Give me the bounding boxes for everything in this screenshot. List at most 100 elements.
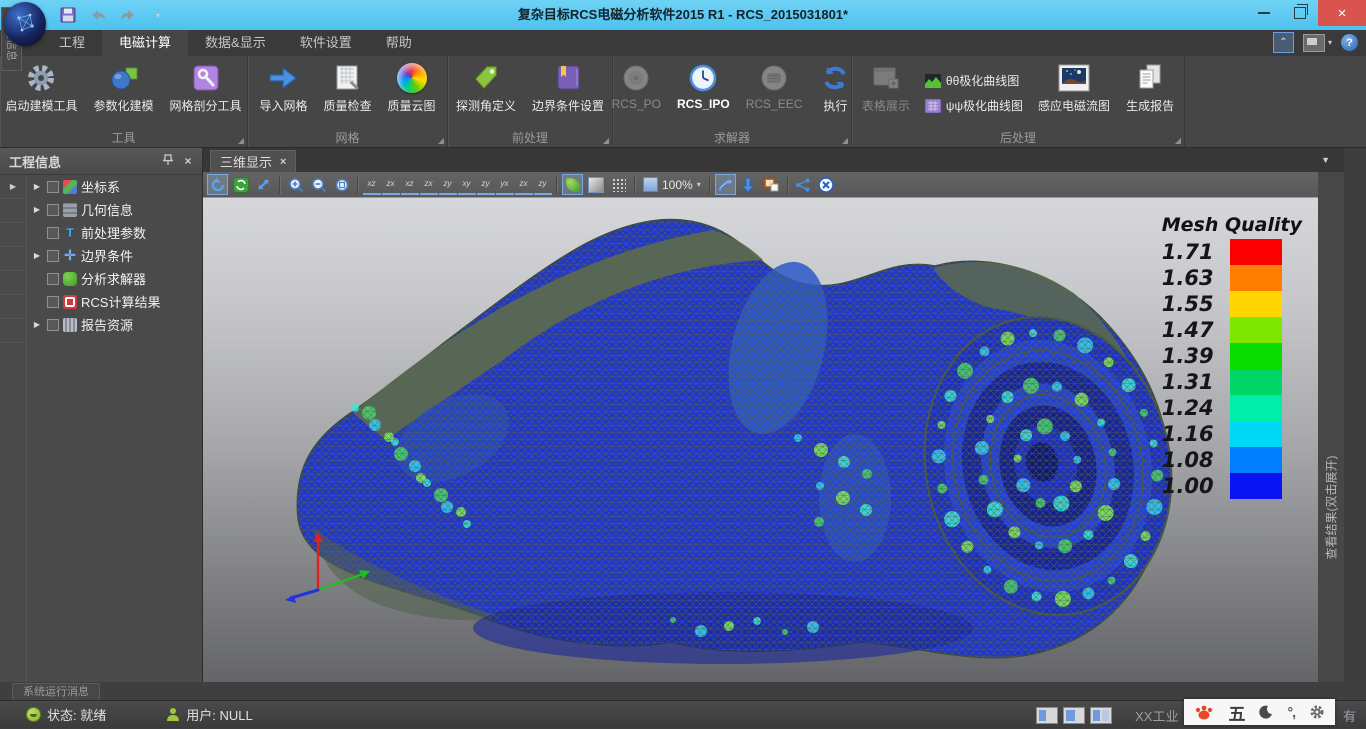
rcs-po-button[interactable]: RCS_PO bbox=[605, 58, 668, 112]
network-globe-icon bbox=[10, 8, 40, 38]
tree-item-6[interactable]: RCS计算结果 bbox=[27, 290, 202, 313]
param-modeling-button[interactable]: 参数化建模 bbox=[87, 58, 161, 115]
mesh-tool-button[interactable]: 网格剖分工具 bbox=[163, 58, 249, 115]
close-button[interactable]: × bbox=[1318, 0, 1366, 26]
view-preset-button-2[interactable]: zx bbox=[382, 175, 400, 195]
tree-checkbox[interactable] bbox=[47, 319, 59, 331]
ime-paw-icon[interactable] bbox=[1194, 703, 1214, 721]
view-preset-button-5[interactable]: zy bbox=[439, 175, 457, 195]
view-preset-button-7[interactable]: zy bbox=[477, 175, 495, 195]
boundary-settings-button[interactable]: 边界条件设置 bbox=[525, 58, 611, 115]
viewport-3d[interactable]: Mesh Quality 1.711.631.551.471.391.311.2… bbox=[203, 198, 1318, 682]
mesh-display-button[interactable] bbox=[715, 174, 736, 195]
expander-icon[interactable]: ▶ bbox=[31, 320, 43, 329]
import-mesh-button[interactable]: 导入网格 bbox=[252, 58, 314, 115]
quality-cloud-button[interactable]: 质量云图 bbox=[381, 58, 443, 115]
ime-moon-icon[interactable] bbox=[1259, 705, 1273, 719]
tree-checkbox[interactable] bbox=[47, 181, 59, 193]
tab-3d-display[interactable]: 三维显示 × bbox=[210, 150, 296, 172]
refresh-icon bbox=[818, 61, 852, 95]
menu-tab-4[interactable]: 软件设置 bbox=[283, 30, 369, 56]
share-link-button[interactable] bbox=[793, 174, 814, 195]
tree-gutter-cell[interactable]: ▶ bbox=[0, 175, 26, 199]
dialog-launcher-icon[interactable]: ◢ bbox=[238, 137, 244, 145]
ime-toolbar[interactable]: 五 °, bbox=[1184, 699, 1335, 725]
solver-icon bbox=[63, 272, 77, 286]
collapse-ribbon-button[interactable]: ⌃ bbox=[1273, 32, 1294, 53]
smooth-shade-button[interactable] bbox=[562, 174, 583, 195]
expander-icon[interactable]: ▶ bbox=[31, 182, 43, 191]
ime-settings-gear-icon[interactable] bbox=[1309, 704, 1325, 720]
close-panel-icon[interactable]: × bbox=[178, 154, 198, 168]
theta-curve-button[interactable]: θθ极化曲线图 bbox=[925, 72, 1023, 89]
tree-item-5[interactable]: 分析求解器 bbox=[27, 267, 202, 290]
expander-icon[interactable]: ▶ bbox=[31, 251, 43, 260]
expander-icon[interactable]: ▶ bbox=[31, 205, 43, 214]
results-side-tab[interactable]: 查看结果(双击展开) bbox=[1318, 172, 1344, 682]
ime-punct-icon[interactable]: °, bbox=[1287, 704, 1295, 720]
menu-tab-3[interactable]: 数据&显示 bbox=[188, 30, 283, 56]
report-button[interactable]: 生成报告 bbox=[1119, 58, 1181, 115]
pan-tool-button[interactable] bbox=[253, 174, 274, 195]
view-preset-button-8[interactable]: yx bbox=[496, 175, 514, 195]
drop-view-button[interactable] bbox=[738, 174, 759, 195]
app-logo[interactable] bbox=[4, 2, 46, 46]
layout-columns-button[interactable] bbox=[1090, 707, 1112, 724]
minimize-button[interactable] bbox=[1246, 0, 1282, 26]
view-preset-button-9[interactable]: zx bbox=[515, 175, 533, 195]
tab-overflow-icon[interactable]: ▼ bbox=[1321, 155, 1330, 165]
tree-checkbox[interactable] bbox=[47, 227, 59, 239]
flat-shade-button[interactable] bbox=[585, 174, 606, 195]
tree-item-4[interactable]: ▶✛边界条件 bbox=[27, 244, 202, 267]
points-display-button[interactable] bbox=[608, 174, 629, 195]
dialog-launcher-icon[interactable]: ◢ bbox=[438, 137, 444, 145]
view-preset-button-1[interactable]: xz bbox=[363, 175, 381, 195]
window-cascade-button[interactable] bbox=[761, 174, 782, 195]
probe-angle-button[interactable]: 探测角定义 bbox=[449, 58, 523, 115]
quality-check-button[interactable]: 质量检查 bbox=[316, 58, 378, 115]
rcs-eec-button[interactable]: RCS_EEC bbox=[739, 58, 810, 112]
style-selector[interactable]: ▾ bbox=[1303, 34, 1332, 52]
tree-item-2[interactable]: ▶几何信息 bbox=[27, 198, 202, 221]
em-current-button[interactable]: 感应电磁流图 bbox=[1031, 58, 1117, 115]
legend-row: 1.16 bbox=[1162, 421, 1302, 447]
menu-tab-5[interactable]: 帮助 bbox=[369, 30, 429, 56]
layout-split-button[interactable] bbox=[1063, 707, 1085, 724]
tree-item-7[interactable]: ▶报告资源 bbox=[27, 313, 202, 336]
view-preset-button-6[interactable]: xy bbox=[458, 175, 476, 195]
tree-item-3[interactable]: T前处理参数 bbox=[27, 221, 202, 244]
view-preset-button-3[interactable]: xz bbox=[401, 175, 419, 195]
menu-tab-1[interactable]: 工程 bbox=[42, 30, 102, 56]
dialog-launcher-icon[interactable]: ◢ bbox=[842, 137, 848, 145]
zoom-level-select[interactable]: 100% ▾ bbox=[639, 177, 705, 192]
tree-checkbox[interactable] bbox=[47, 250, 59, 262]
psi-curve-button[interactable]: ψψ极化曲线图 bbox=[925, 97, 1023, 114]
tree-checkbox[interactable] bbox=[47, 273, 59, 285]
close-tab-icon[interactable]: × bbox=[280, 156, 286, 168]
zoom-fit-button[interactable] bbox=[331, 174, 352, 195]
layout-left-button[interactable] bbox=[1036, 707, 1058, 724]
rotate-tool-button[interactable] bbox=[207, 174, 228, 195]
table-view-button[interactable]: 表格展示 bbox=[855, 58, 917, 115]
question-icon: ? bbox=[1346, 37, 1353, 49]
tree-gutter-cell bbox=[0, 295, 26, 319]
menu-tab-2[interactable]: 电磁计算 bbox=[102, 30, 188, 56]
pin-icon[interactable] bbox=[158, 154, 178, 169]
close-view-button[interactable] bbox=[816, 174, 837, 195]
view-preset-button-10[interactable]: zy bbox=[534, 175, 552, 195]
help-button[interactable]: ? bbox=[1341, 34, 1358, 51]
rcs-ipo-button[interactable]: RCS_IPO bbox=[670, 58, 737, 112]
dialog-launcher-icon[interactable]: ◢ bbox=[603, 137, 609, 145]
sync-view-button[interactable] bbox=[230, 174, 251, 195]
zoom-in-button[interactable] bbox=[285, 174, 306, 195]
system-message-tab[interactable]: 系统运行消息 bbox=[12, 683, 100, 701]
tree-item-1[interactable]: ▶坐标系 bbox=[27, 175, 202, 198]
tree-checkbox[interactable] bbox=[47, 296, 59, 308]
legend-row: 1.71 bbox=[1162, 239, 1302, 265]
restore-button[interactable] bbox=[1282, 0, 1318, 26]
tree-checkbox[interactable] bbox=[47, 204, 59, 216]
ime-mode-label[interactable]: 五 bbox=[1228, 700, 1245, 725]
zoom-out-button[interactable] bbox=[308, 174, 329, 195]
dialog-launcher-icon[interactable]: ◢ bbox=[1175, 137, 1181, 145]
view-preset-button-4[interactable]: zx bbox=[420, 175, 438, 195]
